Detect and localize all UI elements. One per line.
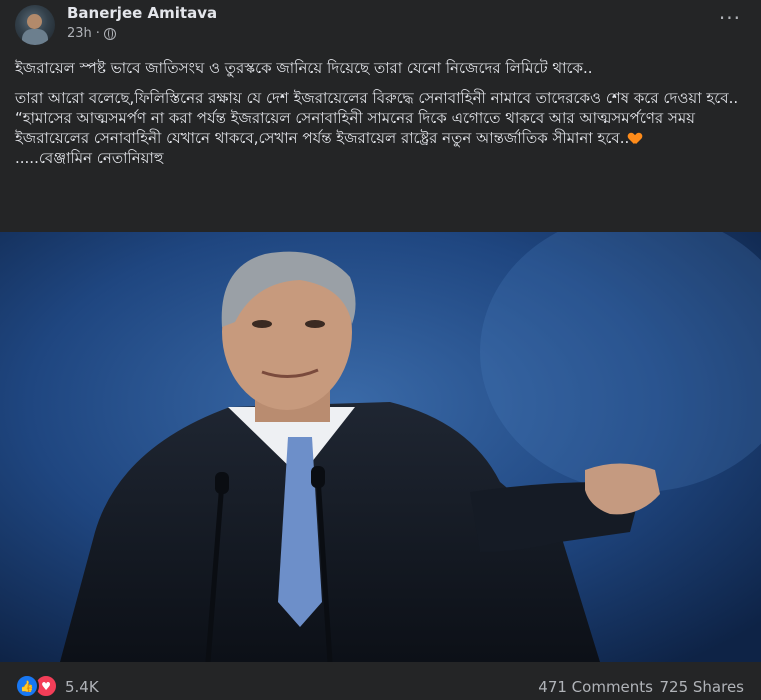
post-text-line-4: .....বেঞ্জামিন নেতানিয়াহু — [15, 149, 164, 167]
more-options-button[interactable]: ··· — [719, 6, 741, 30]
comments-count[interactable]: 471 Comments — [538, 678, 653, 696]
more-horizontal-icon: ··· — [718, 6, 741, 30]
post-photo[interactable] — [0, 232, 761, 662]
shares-count[interactable]: 725 Shares — [660, 678, 745, 696]
post-text-quote: “হামাসের আত্মসমর্পণ না করা পর্যন্ত ইজরায… — [15, 108, 745, 148]
reaction-icons[interactable]: 👍 ♥ — [15, 674, 58, 698]
post-stats: 👍 ♥ 5.4K 471 Comments 725 Shares — [0, 662, 761, 700]
post-text: ইজরায়েল স্পষ্ট ভাবে জাতিসংঘ ও তুরস্ককে … — [15, 58, 745, 168]
orange-heart-icon — [629, 133, 641, 144]
post-text-line-1: ইজরায়েল স্পষ্ট ভাবে জাতিসংঘ ও তুরস্ককে … — [15, 59, 593, 77]
globe-icon[interactable] — [103, 27, 116, 40]
post-timestamp[interactable]: 23h — [67, 26, 92, 41]
post-header: Banerjee Amitava 23h · ··· — [0, 0, 761, 52]
author-avatar[interactable] — [15, 5, 55, 45]
post-meta: 23h · — [67, 26, 116, 41]
post-text-line-2: তারা আরো বলেছে,ফিলিস্তিনের রক্ষায় যে দে… — [15, 89, 739, 107]
meta-separator: · — [95, 26, 100, 41]
author-name[interactable]: Banerjee Amitava — [67, 4, 217, 22]
reaction-count[interactable]: 5.4K — [65, 678, 99, 696]
like-icon: 👍 — [15, 674, 39, 698]
post-text-line-3: “হামাসের আত্মসমর্পণ না করা পর্যন্ত ইজরায… — [15, 109, 696, 147]
speaker-photo — [0, 232, 761, 662]
